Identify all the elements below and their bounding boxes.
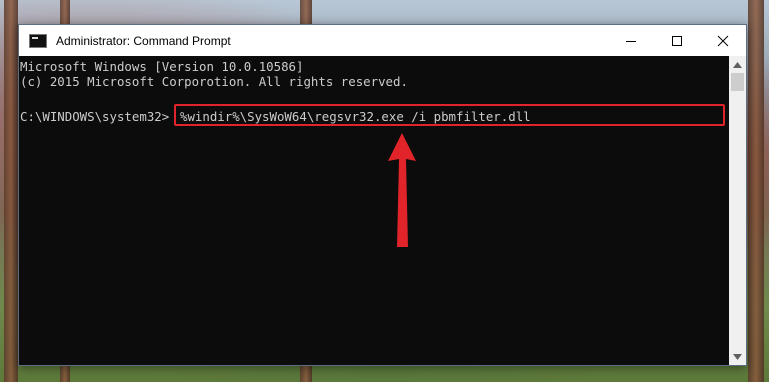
window-controls	[608, 25, 746, 56]
maximize-button[interactable]	[654, 25, 700, 56]
console-output[interactable]: Microsoft Windows [Version 10.0.10586] (…	[19, 56, 729, 365]
command-highlight-box	[174, 104, 725, 126]
scrollbar-thumb[interactable]	[731, 73, 744, 91]
title-bar[interactable]: Administrator: Command Prompt	[19, 25, 746, 56]
console-line: Microsoft Windows [Version 10.0.10586]	[20, 59, 304, 74]
minimize-button[interactable]	[608, 25, 654, 56]
command-prompt-window: Administrator: Command Prompt Microsoft	[18, 24, 747, 366]
scroll-up-button[interactable]	[729, 56, 746, 73]
window-title: Administrator: Command Prompt	[56, 33, 231, 48]
vertical-scrollbar[interactable]	[729, 56, 746, 365]
close-button[interactable]	[700, 25, 746, 56]
red-arrow-icon	[388, 133, 416, 247]
console-line: (c) 2015 Microsoft Corporotion. All righ…	[20, 74, 408, 89]
command-prompt-path: C:\WINDOWS\system32>	[20, 109, 170, 124]
scroll-down-button[interactable]	[729, 348, 746, 365]
close-icon	[717, 35, 729, 46]
command-prompt-icon	[29, 33, 47, 48]
scroll-up-arrow-icon	[733, 61, 742, 68]
scroll-down-arrow-icon	[733, 353, 742, 360]
minimize-icon	[626, 40, 636, 42]
background-tree	[748, 0, 764, 382]
background-tree	[4, 0, 18, 382]
maximize-icon	[672, 35, 682, 46]
